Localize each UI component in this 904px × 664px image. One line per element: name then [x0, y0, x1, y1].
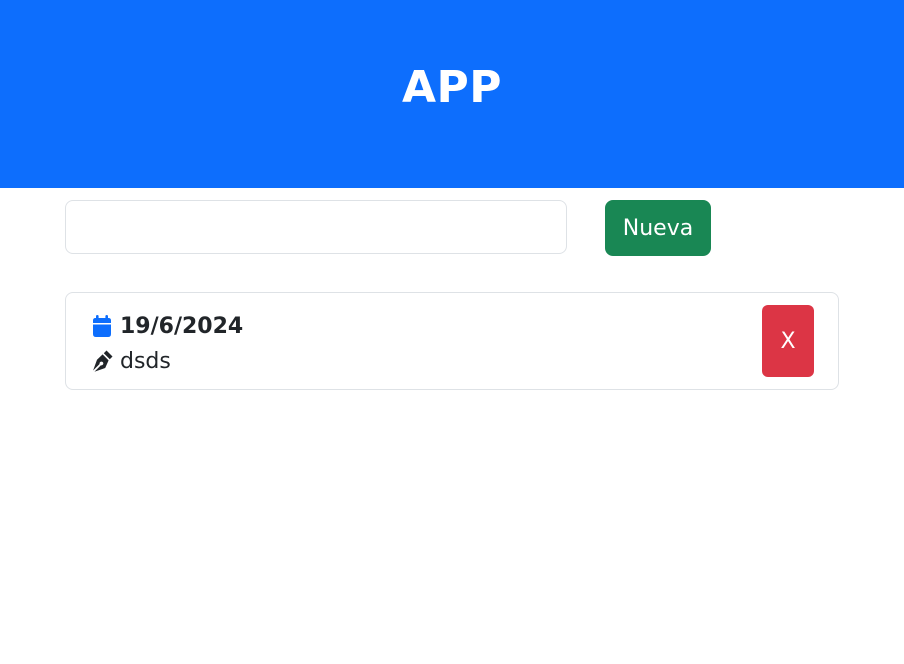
note-card: 19/6/2024 dsds X — [65, 292, 839, 390]
note-text: dsds — [120, 348, 171, 374]
pen-nib-icon — [90, 349, 114, 373]
app-title: APP — [401, 62, 503, 113]
note-date-row: 19/6/2024 — [90, 312, 243, 340]
app-header: APP — [0, 0, 904, 188]
calendar-icon — [90, 314, 114, 338]
delete-note-button[interactable]: X — [762, 305, 814, 377]
note-text-row: dsds — [90, 347, 171, 375]
note-date: 19/6/2024 — [120, 313, 244, 339]
new-note-input[interactable] — [65, 200, 567, 254]
new-note-button[interactable]: Nueva — [605, 200, 711, 256]
